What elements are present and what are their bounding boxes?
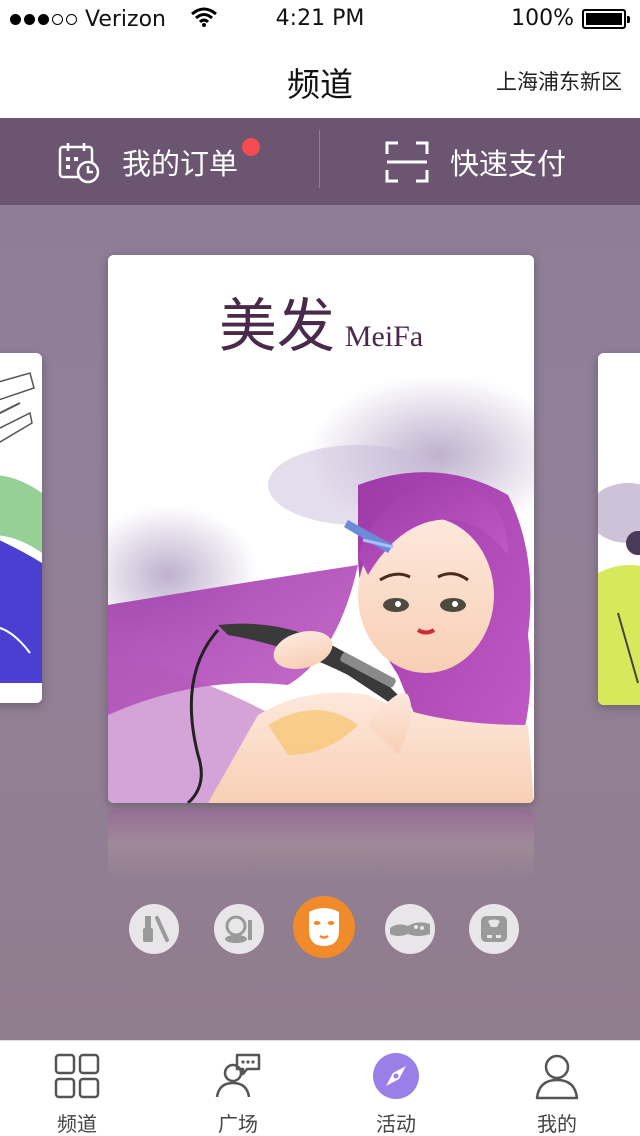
channel-card-meifa[interactable]: 美发 MeiFa <box>108 255 534 803</box>
location-selector[interactable]: 上海浦东新区 <box>496 66 622 96</box>
tab-square[interactable]: 广场 <box>188 1041 288 1136</box>
person-icon <box>534 1047 580 1104</box>
action-divider <box>319 130 320 188</box>
battery-icon <box>582 8 630 29</box>
tab-activities-label: 活动 <box>376 1112 416 1136</box>
tab-activities[interactable]: 活动 <box>346 1041 446 1136</box>
battery-percent: 100% <box>511 6 574 31</box>
grid-icon <box>54 1047 100 1104</box>
face-mask-icon <box>309 908 339 946</box>
battery-status: 100% <box>511 6 630 31</box>
hair-tools-illustration <box>0 353 42 703</box>
card-title-english: MeiFa <box>344 320 424 353</box>
tab-mine-label: 我的 <box>537 1112 577 1136</box>
chat-user-icon <box>213 1047 263 1104</box>
category-fitness[interactable] <box>469 904 519 954</box>
nail-polish-icon <box>143 916 169 942</box>
compass-icon <box>372 1047 420 1104</box>
action-bar: 我的订单 快速支付 <box>0 118 640 205</box>
status-bar: Verizon 4:21 PM 100% <box>0 0 640 40</box>
my-orders-label: 我的订单 <box>122 146 239 181</box>
category-nail-polish[interactable] <box>129 904 179 954</box>
weight-scale-icon <box>481 916 507 942</box>
category-selector <box>0 896 640 960</box>
quick-pay-button[interactable]: 快速支付 <box>384 118 566 205</box>
nav-bar: 频道 上海浦东新区 <box>0 40 640 118</box>
card-reflection <box>108 810 534 880</box>
channel-stage: 我的订单 快速支付 美发 MeiFa <box>0 118 640 1040</box>
foot-massage-icon <box>390 922 430 936</box>
tab-bar: 频道 广场 活动 我的 <box>0 1040 640 1136</box>
notification-badge <box>242 138 260 156</box>
card-title-chinese: 美发 <box>218 292 335 360</box>
channel-card-next[interactable] <box>598 353 640 705</box>
scan-icon <box>385 141 429 182</box>
category-body-care[interactable] <box>385 904 435 954</box>
category-cosmetics[interactable] <box>214 904 264 954</box>
channel-card-previous[interactable] <box>0 353 42 703</box>
quick-pay-label: 快速支付 <box>450 146 567 181</box>
my-orders-button[interactable]: 我的订单 <box>56 118 238 205</box>
tab-mine[interactable]: 我的 <box>507 1041 607 1136</box>
compact-mirror-icon <box>225 915 252 943</box>
tab-channels[interactable]: 频道 <box>27 1041 127 1136</box>
category-face-mask[interactable] <box>293 896 355 958</box>
next-channel-illustration <box>598 353 640 705</box>
calendar-clock-icon <box>58 142 100 183</box>
card-title: 美发 MeiFa <box>108 279 534 363</box>
tab-square-label: 广场 <box>218 1112 258 1136</box>
tab-channels-label: 频道 <box>57 1112 97 1136</box>
